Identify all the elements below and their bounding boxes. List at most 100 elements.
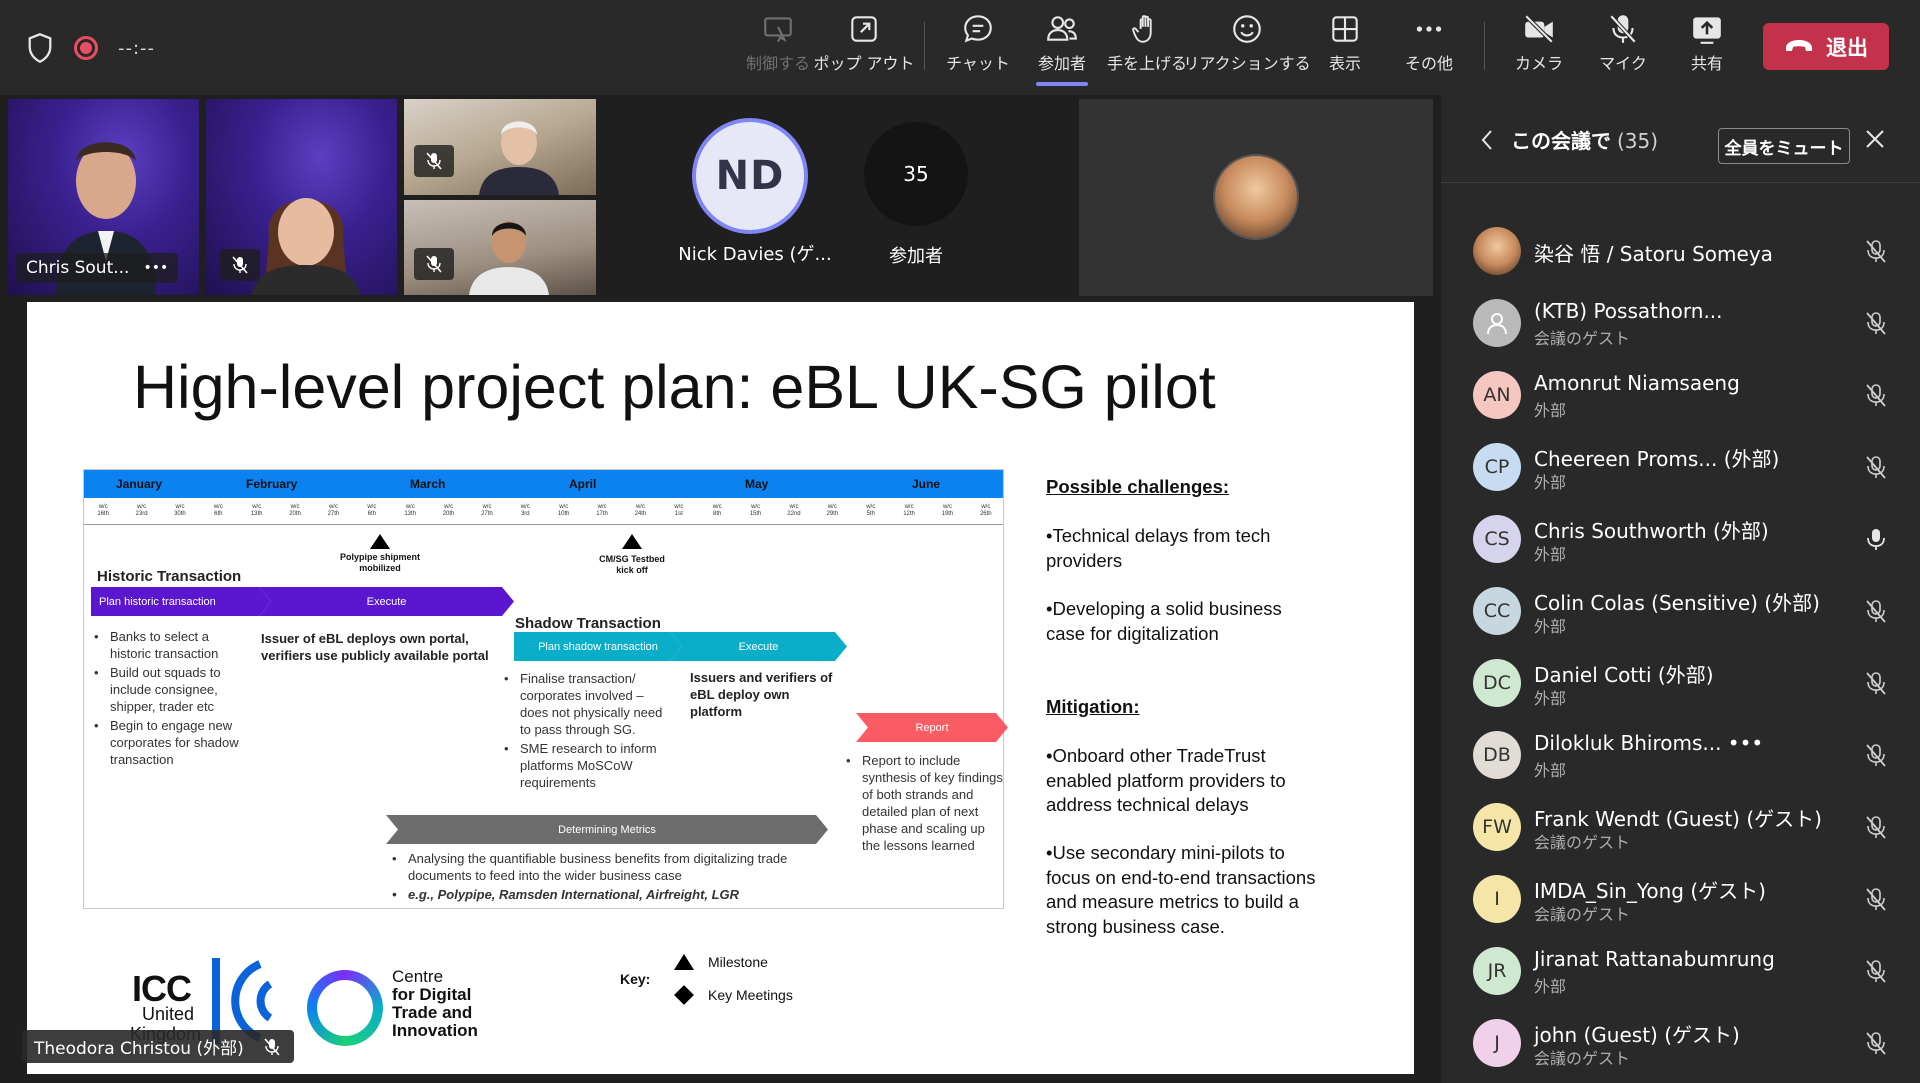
more-button[interactable]: その他 (1394, 12, 1464, 82)
participant-name: IMDA_Sin_Yong (ゲスト) (1534, 879, 1766, 903)
key-meetings: Key Meetings (674, 985, 793, 1005)
participant-name: Cheereen Proms... (外部) (1534, 447, 1780, 471)
participant-role: 外部 (1534, 689, 1567, 708)
control-button[interactable]: 制御する (742, 12, 814, 82)
participant-row[interactable]: DB Dilokluk Bhiroms... ••• 外部 (1441, 719, 1920, 791)
participant-name: Daniel Cotti (外部) (1534, 663, 1714, 687)
video-tile-participant-4[interactable] (404, 200, 596, 295)
milestone-marker (370, 534, 390, 549)
challenge-1: •Technical delays from tech providers (1046, 525, 1271, 571)
participant-row[interactable]: JR Jiranat Rattanabumrung 外部 (1441, 935, 1920, 1007)
participant-name: john (Guest) (ゲスト) (1534, 1023, 1740, 1047)
participant-row[interactable]: CC Colin Colas (Sensitive) (外部) 外部 (1441, 575, 1920, 647)
hang-up-icon (1786, 39, 1812, 51)
participant-avatar: I (1473, 875, 1521, 923)
week-label: w/c 23rd (135, 504, 148, 517)
react-button[interactable]: リアクションする (1183, 12, 1311, 82)
slide-title: High-level project plan: eBL UK-SG pilot (133, 353, 1216, 421)
participant-row[interactable]: AN Amonrut Niamsaeng 外部 (1441, 359, 1920, 431)
participant-role: 会議のゲスト (1534, 1049, 1631, 1068)
plan-historic-bar: Plan historic transaction (91, 587, 271, 616)
mic-off-icon (1863, 382, 1889, 408)
video-tile-participant-3[interactable] (404, 99, 596, 195)
participant-row[interactable]: I IMDA_Sin_Yong (ゲスト) 会議のゲスト (1441, 863, 1920, 935)
week-label: w/c 20th (289, 504, 301, 517)
key-label: Key: (620, 971, 651, 987)
participant-avatar: DC (1473, 659, 1521, 707)
video-tile-chris[interactable]: Chris Sout... ••• (8, 99, 199, 295)
participant-overflow-count[interactable]: 35 (864, 122, 968, 226)
week-label: w/c 26th (979, 504, 992, 517)
milestone-marker (622, 534, 642, 549)
participant-name: Jiranat Rattanabumrung (1534, 947, 1775, 971)
participant-row[interactable]: CS Chris Southworth (外部) 外部 (1441, 503, 1920, 575)
plan-shadow-bar: Plan shadow transaction (514, 632, 682, 661)
challenges-heading: Possible challenges: (1046, 476, 1230, 497)
shield-icon (28, 33, 52, 63)
week-label: w/c 1st (674, 504, 684, 517)
video-tile-participant-2[interactable] (206, 99, 397, 295)
camera-button[interactable]: カメラ (1504, 12, 1574, 82)
participant-row[interactable]: (KTB) Possathorn... 会議のゲスト (1441, 287, 1920, 359)
mic-off-icon (1863, 310, 1889, 336)
participant-role: 会議のゲスト (1534, 833, 1631, 852)
guest-avatar-icon (1473, 299, 1521, 347)
participant-avatar: CP (1473, 443, 1521, 491)
leave-button[interactable]: 退出 (1763, 23, 1889, 70)
participant-row[interactable]: DC Daniel Cotti (外部) 外部 (1441, 647, 1920, 719)
self-view-tile[interactable] (1079, 99, 1433, 296)
participant-name: (KTB) Possathorn... (1534, 299, 1723, 323)
participant-avatar: CC (1473, 587, 1521, 635)
participant-video (251, 198, 361, 295)
month-label: March (410, 477, 446, 491)
report-bar: Report (856, 713, 1008, 742)
smiley-icon (1233, 15, 1261, 43)
participant-row[interactable]: 染谷 悟 / Satoru Someya (1441, 215, 1920, 287)
camera-off-icon (1524, 14, 1554, 44)
week-label: w/c 16th (97, 504, 110, 517)
mic-off-icon (1863, 1030, 1889, 1056)
triangle-icon (674, 954, 694, 970)
chevron-left-icon[interactable] (1479, 129, 1495, 151)
participant-role: 会議のゲスト (1534, 905, 1631, 924)
week-label: w/c 15th (749, 504, 762, 517)
mic-off-icon (1863, 670, 1889, 696)
participant-row[interactable]: FW Frank Wendt (Guest) (ゲスト) 会議のゲスト (1441, 791, 1920, 863)
more-options-icon[interactable]: ••• (143, 260, 168, 276)
week-label: w/c 30th (174, 504, 186, 517)
participants-button[interactable]: 参加者 (1030, 12, 1094, 86)
participant-avatar: FW (1473, 803, 1521, 851)
close-icon[interactable] (1864, 128, 1886, 150)
share-button[interactable]: 共有 (1672, 12, 1742, 82)
participant-list: 染谷 悟 / Satoru Someya (KTB) Possathorn... 会… (1441, 215, 1920, 1079)
participant-row[interactable]: CP Cheereen Proms... (外部) 外部 (1441, 431, 1920, 503)
mic-off-icon (232, 256, 248, 274)
muted-indicator (414, 248, 454, 280)
participant-name: Chris Southworth (外部) (1534, 519, 1769, 543)
execute2-description: Issuers and verifiers of eBL deploy own … (690, 670, 833, 719)
key-milestone: Milestone (674, 954, 768, 970)
toolbar-divider (924, 22, 925, 70)
chat-button[interactable]: チャット (946, 12, 1010, 82)
mute-all-button[interactable]: 全員をミュート (1718, 128, 1850, 164)
participant-role: 外部 (1534, 545, 1567, 564)
historic-header: Historic Transaction (97, 568, 242, 585)
mic-button[interactable]: マイク (1588, 12, 1658, 82)
nick-davies-avatar[interactable]: ND (692, 118, 808, 234)
grid-view-icon (1332, 16, 1358, 42)
gantt-chart: January February March April May June w/… (83, 469, 1004, 909)
month-label: January (116, 477, 163, 491)
raise-hand-button[interactable]: 手を上げる (1107, 12, 1187, 82)
nick-davies-name: Nick Davies (ゲ... (678, 244, 832, 265)
gantt-month-header: January February March April May June (84, 470, 1003, 498)
participant-role: 外部 (1534, 977, 1567, 996)
participant-row[interactable]: Jjohn (Guest) (ゲスト) 会議のゲスト (1441, 1007, 1920, 1079)
participants-panel: この会議で (35) 全員をミュート 染谷 悟 / Satoru Someya (K… (1441, 95, 1920, 1083)
month-label: April (569, 477, 597, 491)
week-label: w/c 5th (866, 504, 876, 517)
mic-off-icon (1863, 238, 1889, 264)
cdti-ring-icon (307, 970, 383, 1046)
popout-button[interactable]: ポップ アウト (813, 12, 915, 82)
participant-role: 外部 (1534, 617, 1567, 636)
view-button[interactable]: 表示 (1312, 12, 1378, 82)
